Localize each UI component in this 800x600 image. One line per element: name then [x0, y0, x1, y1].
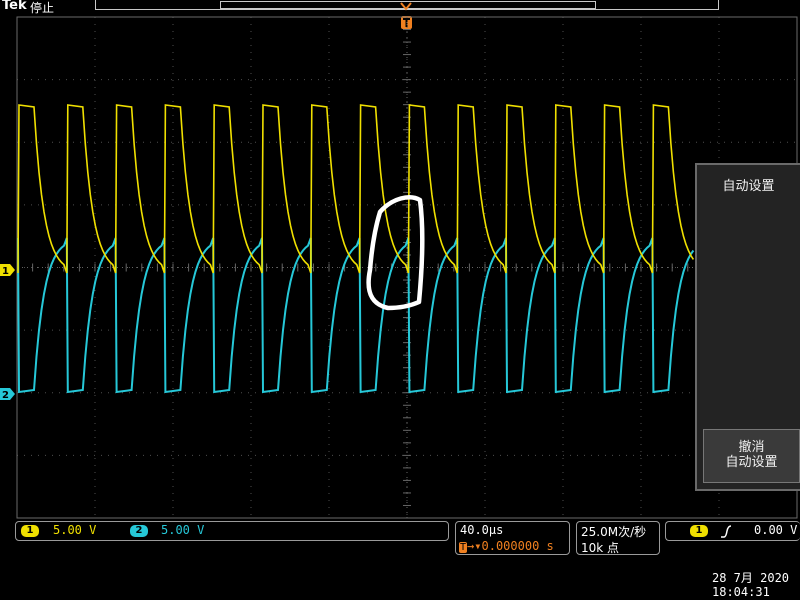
- horizontal-scale: 40.0µs: [460, 523, 504, 537]
- ch2-waveform: [17, 237, 695, 394]
- ch2-scale[interactable]: 5.00 V: [161, 523, 204, 537]
- undo-autoset-button[interactable]: 撤消 自动设置: [703, 429, 800, 483]
- trigger-position-value: 0.000000 s: [481, 539, 554, 553]
- waveform-display: [16, 16, 798, 519]
- autoset-menu-title: 自动设置: [722, 179, 775, 194]
- chevron-down-icon: ▾: [474, 539, 482, 553]
- side-menu: 自动设置 撤消 自动设置: [695, 163, 800, 491]
- svg-text:1: 1: [2, 266, 9, 276]
- ch1-ground-marker[interactable]: 1: [0, 264, 16, 276]
- ch2-ground-marker[interactable]: 2: [0, 388, 16, 400]
- ch1-badge[interactable]: 1: [21, 525, 39, 537]
- trigger-source-badge: 1: [690, 525, 708, 537]
- svg-text:2: 2: [2, 390, 9, 400]
- ch2-badge[interactable]: 2: [130, 525, 148, 537]
- trigger-readout[interactable]: 1 0.00 V: [665, 521, 800, 541]
- channel-readouts: 1 5.00 V 2 5.00 V: [15, 521, 449, 541]
- trigger-t-icon: T: [459, 542, 468, 553]
- sample-rate: 25.0M次/秒: [581, 525, 647, 539]
- time: 18:04:31: [712, 585, 770, 599]
- acquisition-readout[interactable]: 25.0M次/秒 10k 点: [576, 521, 660, 555]
- date: 28 7月 2020: [712, 571, 790, 585]
- undo-autoset-label: 自动设置: [725, 455, 778, 470]
- trigger-level: 0.00 V: [754, 523, 798, 537]
- rising-edge-icon: [721, 525, 732, 538]
- handwritten-d-annotation: [366, 195, 425, 311]
- record-length: 10k 点: [581, 541, 620, 555]
- date-time: 28 7月 2020 18:04:31: [712, 571, 789, 599]
- trigger-position-readout: T→▾0.000000 s: [459, 539, 554, 553]
- ch1-scale[interactable]: 5.00 V: [53, 523, 96, 537]
- timebase-readout[interactable]: 40.0µs T→▾0.000000 s: [455, 521, 570, 555]
- undo-label: 撤消: [738, 440, 765, 455]
